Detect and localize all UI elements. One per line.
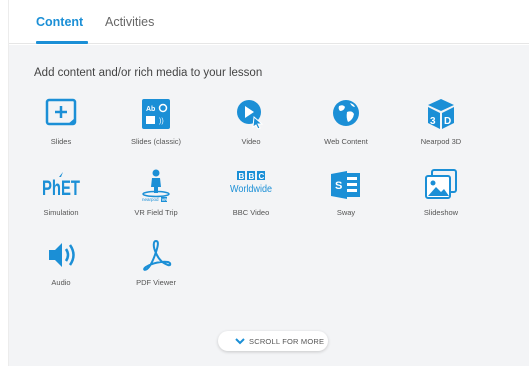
svg-text:B: B bbox=[249, 172, 255, 181]
content-panel: Content Activities Add content and/or ri… bbox=[8, 0, 529, 366]
content-area: Add content and/or rich media to your le… bbox=[9, 45, 529, 366]
video-icon bbox=[237, 100, 264, 130]
pdf-viewer-label: PDF Viewer bbox=[136, 278, 176, 287]
pdf-viewer-icon bbox=[143, 239, 172, 271]
tab-activities[interactable]: Activities bbox=[105, 15, 154, 29]
slideshow-label: Slideshow bbox=[423, 208, 459, 217]
sway-label: Sway bbox=[336, 208, 356, 217]
simulation-label: Simulation bbox=[43, 208, 79, 217]
svg-text:nearpod: nearpod bbox=[142, 197, 159, 202]
svg-text:Worldwide: Worldwide bbox=[230, 184, 272, 195]
svg-text:D: D bbox=[444, 116, 451, 127]
audio-icon bbox=[49, 243, 75, 267]
nearpod-3d-label: Nearpod 3D bbox=[420, 137, 462, 146]
video-label: Video bbox=[241, 137, 261, 146]
web-content-icon bbox=[333, 100, 359, 126]
active-tab-indicator bbox=[36, 41, 88, 44]
svg-text:S: S bbox=[335, 180, 342, 192]
slides-label: Slides bbox=[50, 137, 72, 146]
vr-field-trip-label: VR Field Trip bbox=[134, 208, 178, 217]
chevron-down-icon bbox=[235, 338, 245, 345]
svg-text:C: C bbox=[259, 172, 265, 181]
section-heading: Add content and/or rich media to your le… bbox=[34, 67, 263, 79]
slideshow-icon bbox=[425, 169, 457, 199]
scroll-for-more-label: SCROLL FOR MORE bbox=[249, 337, 325, 346]
svg-text:)): )) bbox=[159, 118, 164, 125]
sway-icon: S bbox=[331, 171, 360, 199]
slides-icon bbox=[45, 98, 77, 126]
svg-text:3: 3 bbox=[430, 116, 436, 127]
slides-classic-label: Slides (classic) bbox=[130, 137, 181, 146]
vr-field-trip-icon: nearpod VR bbox=[142, 169, 170, 202]
tab-content[interactable]: Content bbox=[36, 15, 83, 29]
slides-classic-icon: Ab )) bbox=[142, 99, 170, 129]
bbc-video-label: BBC Video bbox=[232, 208, 270, 217]
phet-logo-icon: PhET bbox=[42, 172, 80, 200]
nearpod-3d-icon: 3 D bbox=[428, 99, 454, 129]
svg-text:VR: VR bbox=[162, 197, 168, 202]
scroll-for-more-button[interactable]: SCROLL FOR MORE bbox=[218, 331, 328, 351]
svg-text:Ab: Ab bbox=[146, 106, 155, 113]
audio-label: Audio bbox=[51, 278, 71, 287]
svg-text:B: B bbox=[239, 172, 245, 181]
web-content-label: Web Content bbox=[324, 137, 368, 146]
svg-text:PhET: PhET bbox=[42, 177, 80, 200]
bbc-logo-icon: B B C Worldwide bbox=[230, 171, 272, 195]
tab-bar: Content Activities bbox=[9, 0, 529, 44]
